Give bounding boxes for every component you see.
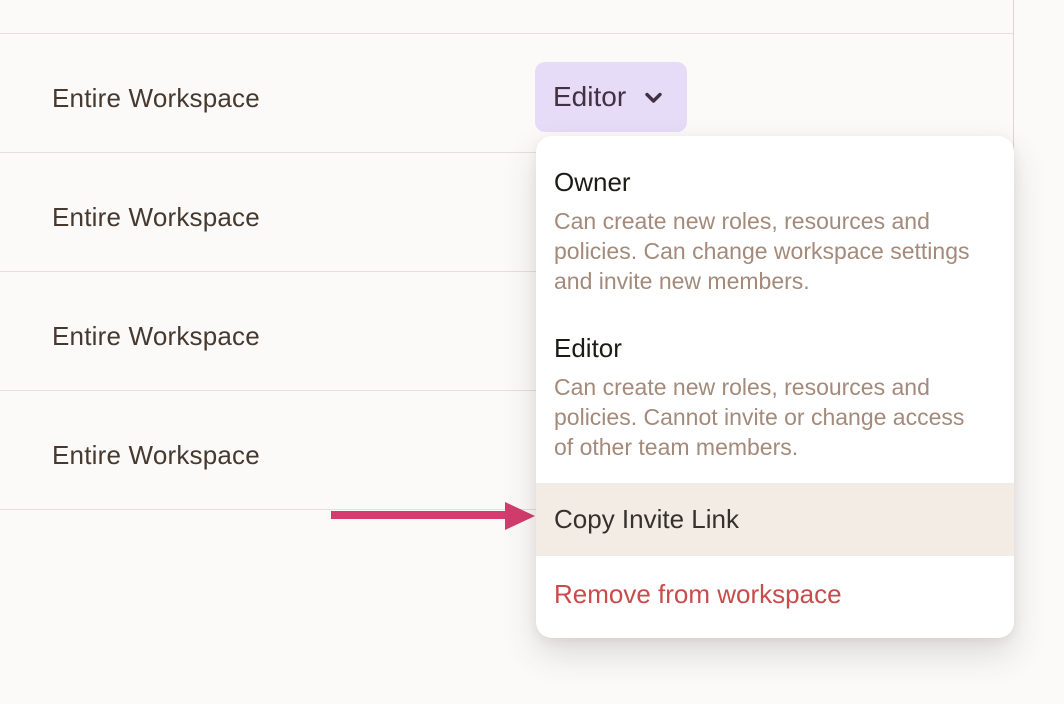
divider — [0, 33, 1013, 34]
editor-description: Can create new roles, resources and poli… — [554, 372, 986, 462]
chevron-down-icon — [640, 84, 667, 111]
workspace-scope-cell: Entire Workspace — [52, 441, 260, 469]
workspace-scope-cell: Entire Workspace — [52, 203, 260, 231]
role-menu: Owner Can create new roles, resources an… — [536, 136, 1014, 638]
arrow-head-icon — [505, 502, 535, 530]
menu-item-copy-invite-link[interactable]: Copy Invite Link — [536, 483, 1014, 556]
workspace-members-screen: Entire Workspace Entire Workspace Entire… — [0, 0, 1064, 704]
workspace-scope-cell: Entire Workspace — [52, 322, 260, 350]
menu-role-owner: Owner Can create new roles, resources an… — [536, 166, 1014, 296]
menu-item-owner[interactable]: Owner — [554, 166, 996, 198]
role-dropdown-button[interactable]: Editor — [535, 62, 687, 132]
menu-item-editor[interactable]: Editor — [554, 332, 996, 364]
owner-description: Can create new roles, resources and poli… — [554, 206, 986, 296]
workspace-scope-cell: Entire Workspace — [52, 84, 260, 112]
role-dropdown-label: Editor — [553, 81, 626, 113]
arrow-shaft — [331, 511, 509, 519]
menu-role-editor: Editor Can create new roles, resources a… — [536, 332, 1014, 462]
menu-item-remove-from-workspace[interactable]: Remove from workspace — [536, 556, 1014, 610]
